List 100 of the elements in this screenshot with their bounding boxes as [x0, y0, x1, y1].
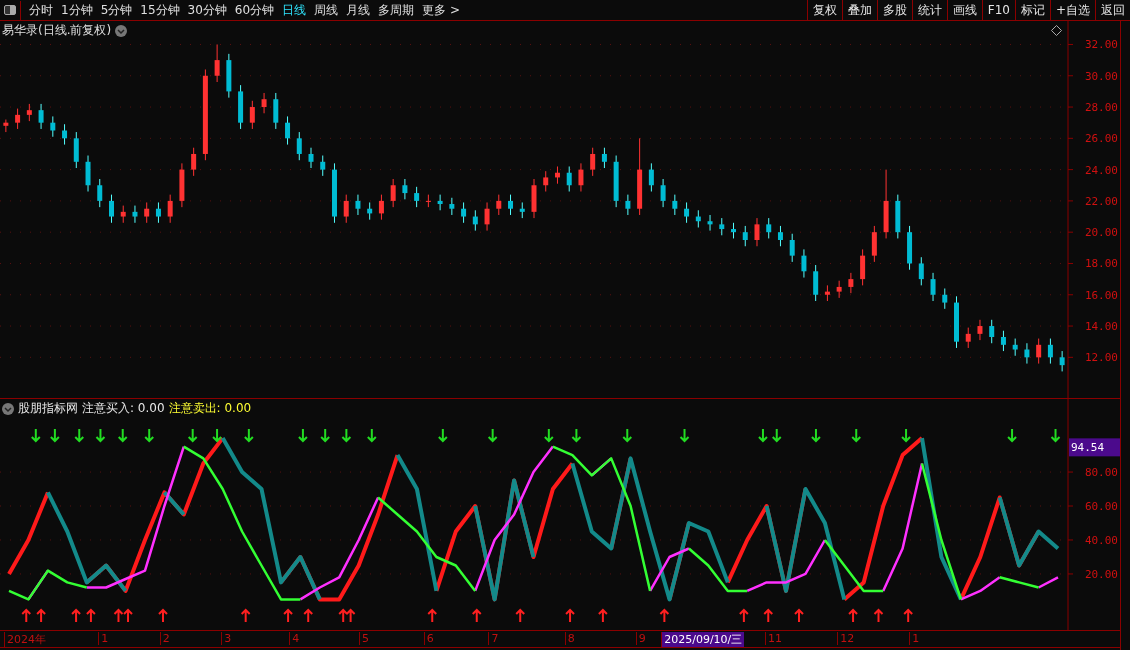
candlestick — [742, 225, 748, 247]
time-axis-label: 12 — [837, 632, 855, 645]
period-tab[interactable]: 更多 > — [422, 1, 460, 19]
candlestick — [378, 194, 384, 221]
candlestick — [766, 217, 772, 239]
stock-title: 易华录(日线.前复权) — [2, 22, 112, 39]
dropdown-icon[interactable] — [115, 24, 128, 37]
period-tab[interactable]: 5分钟 — [100, 1, 133, 19]
candlestick — [73, 131, 79, 169]
candlestick — [437, 194, 443, 211]
candlestick — [824, 284, 830, 302]
candlestick — [625, 194, 631, 216]
axis-tick-label: 12.00 — [1084, 351, 1118, 365]
candlestick — [954, 295, 959, 349]
diamond-icon[interactable] — [1051, 25, 1062, 36]
candlestick — [578, 162, 584, 192]
candlestick — [1036, 338, 1042, 365]
candlestick — [942, 288, 948, 310]
candlestick — [965, 327, 971, 349]
candlestick — [989, 319, 995, 344]
time-axis-label: 6 — [423, 632, 434, 645]
candlestick — [590, 147, 596, 177]
candlestick — [472, 209, 478, 232]
axis-tick-label: 24.00 — [1084, 163, 1118, 177]
axis-tick-label: 20.00 — [1084, 567, 1118, 581]
candlestick — [801, 248, 807, 279]
time-axis-label: 1 — [909, 632, 920, 645]
candlestick — [907, 225, 913, 271]
candlestick — [214, 43, 220, 83]
period-tab[interactable]: 日线 — [282, 1, 307, 19]
candlestick — [1047, 338, 1053, 365]
axis-tick-label: 16.00 — [1084, 288, 1118, 302]
candlestick — [155, 201, 161, 224]
candlestick — [695, 209, 701, 228]
period-tab[interactable]: 分时 — [29, 1, 53, 19]
candlestick — [425, 194, 431, 208]
candlestick — [461, 201, 467, 224]
period-tab[interactable]: 15分钟 — [140, 1, 180, 19]
candlestick — [226, 53, 232, 99]
candlestick — [320, 155, 326, 177]
candlestick — [719, 217, 725, 236]
candlestick — [390, 178, 396, 208]
time-axis-label: 8 — [564, 632, 575, 645]
candlestick — [167, 194, 173, 224]
period-tab[interactable]: 月线 — [346, 1, 371, 19]
period-tab[interactable]: 60分钟 — [234, 1, 275, 19]
candlestick — [918, 256, 924, 286]
candlestick — [449, 197, 455, 216]
candlestick — [285, 115, 291, 146]
time-axis-label: 4 — [289, 632, 300, 645]
axis-tick-label: 30.00 — [1084, 69, 1118, 83]
candlestick — [249, 100, 255, 130]
axis-tick-label: 26.00 — [1084, 132, 1118, 146]
candlestick — [484, 201, 490, 232]
candlestick — [144, 201, 150, 224]
time-axis-label: 2 — [159, 632, 170, 645]
axis-tick-label: 28.00 — [1084, 101, 1118, 115]
candlestick — [543, 170, 549, 192]
candlestick — [238, 84, 244, 130]
axis-tick-label: 22.00 — [1084, 194, 1118, 208]
period-tab[interactable]: 多周期 — [378, 1, 415, 19]
sell-signal-label: 注意卖出: 0.00 — [168, 400, 252, 417]
candlestick — [860, 248, 866, 286]
candlestick — [531, 178, 537, 219]
candlestick — [109, 194, 114, 224]
candlestick — [343, 194, 349, 224]
candlestick — [26, 103, 32, 122]
axis-tick-label: 14.00 — [1084, 320, 1118, 334]
candlestick — [789, 233, 795, 263]
candlestick — [132, 205, 138, 224]
candlestick — [179, 162, 185, 208]
candlestick — [731, 222, 736, 239]
period-tab[interactable]: 1分钟 — [61, 1, 93, 19]
candlestick — [895, 194, 901, 239]
candlestick — [355, 194, 361, 216]
time-axis-label: 1 — [98, 632, 109, 645]
candlestick — [930, 272, 936, 302]
candlestick — [308, 147, 314, 169]
candlestick — [50, 115, 56, 138]
candlestick — [601, 147, 607, 169]
candlestick — [566, 166, 572, 192]
candlestick — [613, 155, 619, 208]
period-tab[interactable]: 周线 — [314, 1, 339, 19]
candlestick — [883, 169, 889, 239]
candlestick — [85, 155, 91, 192]
axis-tick-label: 18.00 — [1084, 257, 1118, 271]
candlestick — [367, 201, 373, 221]
candlestick — [332, 162, 337, 224]
candlestick — [261, 92, 267, 114]
period-tab[interactable]: 30分钟 — [187, 1, 227, 19]
current-value: 94.54 — [1071, 441, 1105, 455]
candlestick — [97, 178, 103, 208]
dropdown-icon[interactable] — [2, 402, 14, 415]
candlestick — [648, 162, 654, 192]
time-axis-label: 9 — [635, 632, 646, 645]
axis-tick-label: 40.00 — [1084, 534, 1118, 547]
time-axis-label[interactable]: 2025/09/10/三 — [661, 632, 745, 647]
candlestick — [848, 272, 854, 294]
axis-tick-label: 60.00 — [1084, 500, 1118, 513]
current-value-badge — [1069, 438, 1120, 457]
